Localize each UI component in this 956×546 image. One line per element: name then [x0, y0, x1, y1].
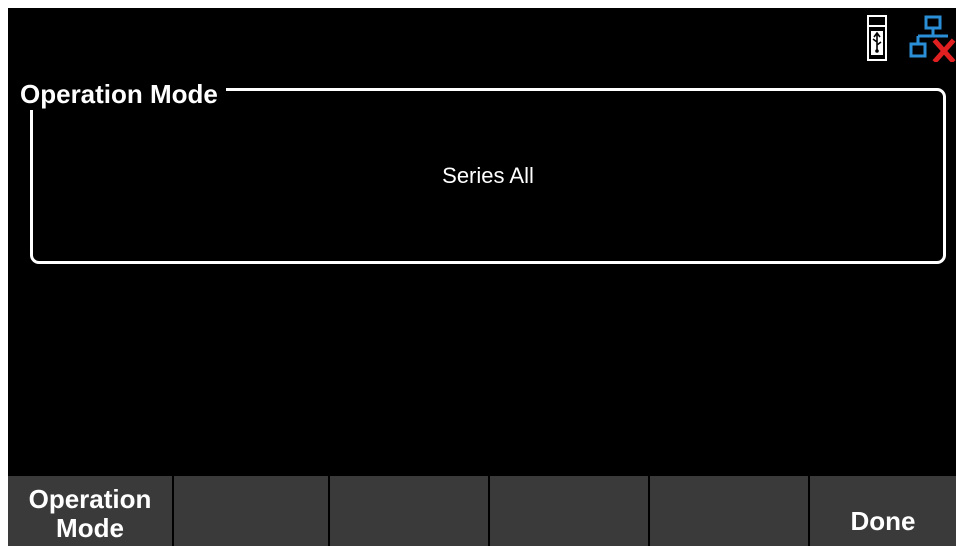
done-button[interactable]: Done	[808, 476, 956, 546]
softkey-2[interactable]	[172, 476, 328, 546]
usb-icon	[867, 15, 887, 61]
done-label: Done	[850, 506, 916, 536]
instrument-screen: Operation Mode Series All Operation Mode…	[0, 0, 956, 546]
softkey-label: Operation Mode	[28, 484, 152, 543]
network-disconnected-icon	[909, 15, 956, 62]
screen-border-left	[0, 0, 8, 546]
softkey-bar: Operation Mode Done	[8, 476, 956, 546]
softkey-operation-mode[interactable]: Operation Mode	[8, 476, 172, 546]
screen-border-top	[0, 0, 956, 8]
softkey-5[interactable]	[648, 476, 808, 546]
softkey-4[interactable]	[488, 476, 648, 546]
operation-mode-value: Series All	[442, 163, 534, 188]
softkey-3[interactable]	[328, 476, 488, 546]
operation-mode-title: Operation Mode	[14, 78, 226, 110]
